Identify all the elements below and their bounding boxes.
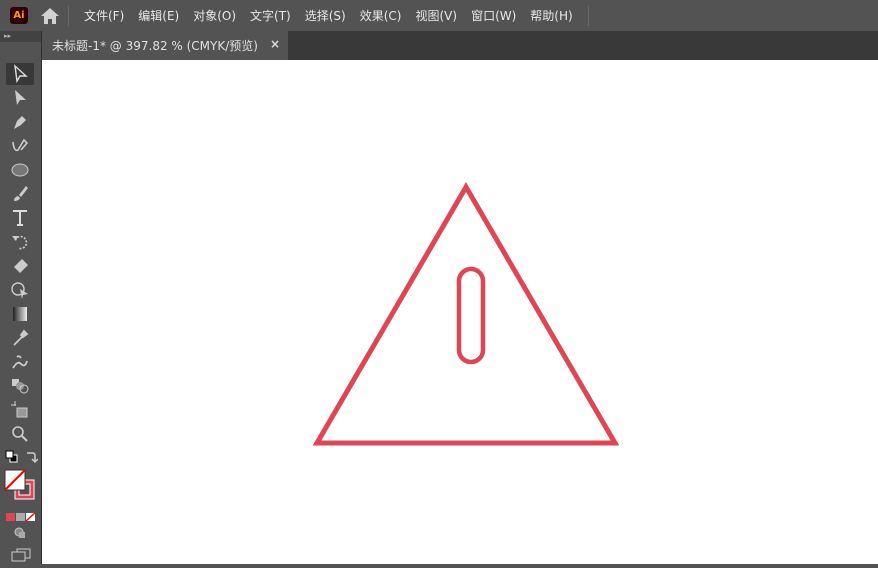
menu-view[interactable]: 视图(V)	[408, 7, 464, 24]
menu-window[interactable]: 窗口(W)	[464, 7, 523, 24]
pen-tool-icon[interactable]	[6, 111, 34, 133]
fill-stroke-swatch[interactable]	[4, 469, 36, 501]
direct-selection-tool-icon[interactable]	[6, 87, 34, 109]
puppet-warp-tool-icon[interactable]	[6, 351, 34, 373]
divider	[68, 5, 69, 26]
menu-select[interactable]: 选择(S)	[298, 7, 353, 24]
menu-type[interactable]: 文字(T)	[243, 7, 298, 24]
screen-mode-icon[interactable]	[10, 547, 32, 562]
swap-fill-stroke-icon[interactable]	[24, 449, 39, 464]
menu-help[interactable]: 帮助(H)	[523, 7, 579, 24]
artboard-tool-icon[interactable]	[6, 399, 34, 421]
type-tool-icon[interactable]	[6, 207, 34, 229]
curvature-tool-icon[interactable]	[6, 135, 34, 157]
home-icon[interactable]	[40, 7, 60, 25]
close-icon[interactable]: ×	[270, 37, 280, 51]
color-mode-buttons[interactable]	[6, 507, 36, 522]
gradient-tool-icon[interactable]	[6, 303, 34, 325]
document-tab-title: 未标题-1* @ 397.82 % (CMYK/预览)	[52, 39, 258, 53]
menu-file[interactable]: 文件(F)	[77, 7, 131, 24]
blend-tool-icon[interactable]	[6, 375, 34, 397]
menu-edit[interactable]: 编辑(E)	[131, 7, 186, 24]
shape-builder-tool-icon[interactable]	[6, 279, 34, 301]
warning-triangle-artwork	[312, 182, 620, 446]
ellipse-tool-icon[interactable]	[6, 159, 34, 181]
collapse-panel-button[interactable]: ▸▸	[0, 31, 41, 42]
draw-mode-icon[interactable]	[13, 525, 27, 539]
divider	[587, 5, 589, 26]
eyedropper-tool-icon[interactable]	[6, 327, 34, 349]
artboard-canvas[interactable]	[42, 60, 878, 564]
selection-tool-icon[interactable]	[6, 63, 34, 85]
exclamation-bar-shape	[456, 266, 486, 365]
default-fill-stroke-icon[interactable]	[4, 449, 22, 463]
document-tab-bar: 未标题-1* @ 397.82 % (CMYK/预览) ×	[42, 31, 878, 60]
eraser-tool-icon[interactable]	[6, 255, 34, 277]
rotate-tool-icon[interactable]	[6, 231, 34, 253]
menu-effect[interactable]: 效果(C)	[353, 7, 409, 24]
triangle-shape	[312, 182, 620, 446]
menu-object[interactable]: 对象(O)	[186, 7, 243, 24]
document-tab[interactable]: 未标题-1* @ 397.82 % (CMYK/预览) ×	[42, 31, 288, 60]
zoom-tool-icon[interactable]	[6, 423, 34, 445]
app-logo: Ai	[10, 7, 28, 24]
paintbrush-tool-icon[interactable]	[6, 183, 34, 205]
menu-bar: Ai 文件(F) 编辑(E) 对象(O) 文字(T) 选择(S) 效果(C) 视…	[0, 0, 878, 31]
tools-panel: ▸▸	[0, 31, 42, 564]
